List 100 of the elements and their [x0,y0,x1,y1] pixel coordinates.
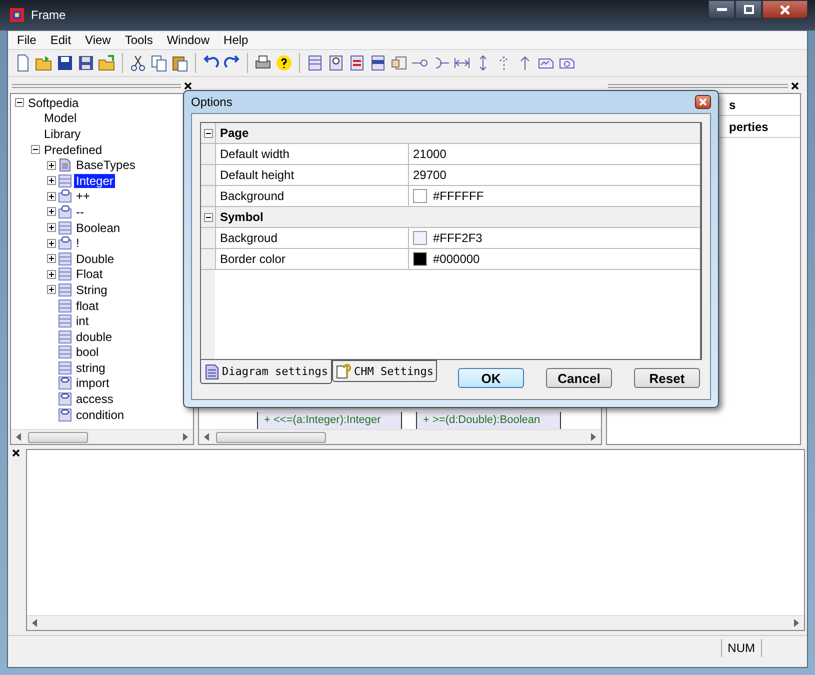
tree-item[interactable]: ++ [74,189,92,204]
tree-item[interactable]: import [74,376,112,390]
menu-item[interactable]: Help [216,33,256,47]
tree-item[interactable]: int [74,314,91,328]
settings-tab[interactable]: CHM Settings [332,360,438,382]
save-all-icon[interactable] [77,54,95,72]
class-icon [58,267,72,282]
dialog-title: Options [191,95,232,109]
tree-item[interactable]: double [74,330,114,344]
class-member: + <<=(a:Integer):Integer [257,412,402,429]
property-heading: perties [729,120,768,134]
expand-toggle[interactable] [47,285,56,294]
expand-toggle[interactable] [47,207,56,216]
class-icon [58,282,72,297]
close-icon[interactable] [12,449,20,457]
expand-toggle[interactable] [47,238,56,248]
scroll-right-icon[interactable] [793,619,800,627]
tree-item[interactable]: string [74,360,108,375]
help-icon[interactable] [275,54,293,72]
menu-item[interactable]: File [10,33,44,47]
expand-toggle[interactable] [47,192,56,201]
class-icon [58,174,72,188]
tree-item[interactable]: Model [42,111,79,126]
class-icon [58,314,72,328]
tree-item[interactable]: Boolean [74,220,122,235]
tree-item[interactable]: BaseTypes [74,158,138,172]
maximize-button[interactable] [735,0,762,19]
status-indicator: NUM [720,639,762,657]
expand-toggle[interactable] [47,160,56,170]
class-icon [58,360,72,375]
tree-item[interactable]: condition [74,408,126,422]
save-icon[interactable] [56,54,74,72]
scrollbar-thumb[interactable] [28,432,88,442]
property-value: 29700 [413,168,446,182]
property-name: Background [215,186,409,206]
table-icon[interactable] [369,54,387,72]
interface-icon [58,236,72,250]
paste-icon[interactable] [171,54,189,72]
export-icon[interactable] [98,54,116,72]
tree-item[interactable]: Double [74,252,116,266]
expand-toggle[interactable] [47,254,56,264]
class-search-icon[interactable] [327,54,345,72]
expand-toggle[interactable] [47,223,56,232]
collapse-toggle[interactable] [204,212,212,222]
tree-item[interactable]: bool [74,345,101,360]
close-icon[interactable] [791,82,799,90]
scrollbar-thumb[interactable] [216,432,326,442]
component-icon[interactable] [390,54,408,72]
tree-item[interactable]: Softpedia [26,96,81,110]
tree-item[interactable]: Float [74,267,105,282]
class-icon [58,330,72,344]
dialog-button[interactable]: Cancel [546,368,612,388]
maximize-icon [744,5,754,14]
tree-item[interactable]: Predefined [42,142,104,157]
minimize-icon [716,8,726,12]
menu-item[interactable]: Edit [43,33,78,47]
group-heading: Page [215,123,700,143]
expand-toggle[interactable] [47,176,56,186]
close-button[interactable] [762,0,808,19]
property-name: Border color [215,249,409,269]
minimize-button[interactable] [708,0,735,19]
interface-icon [58,204,72,219]
class-icon [58,298,72,313]
close-button[interactable] [695,95,711,109]
stereotype-icon [58,392,72,406]
copy-icon[interactable] [150,54,168,72]
tree-item[interactable]: -- [74,204,86,219]
scroll-left-icon[interactable] [203,433,210,441]
property-name: Default width [215,144,409,164]
collapse-toggle[interactable] [31,145,40,154]
collapse-toggle[interactable] [15,98,24,108]
class-icon [58,252,72,266]
menu-item[interactable]: Window [160,33,217,47]
list-icon[interactable] [306,54,324,72]
class-icon [58,220,72,235]
class-icon [58,345,72,360]
menu-item[interactable]: View [78,33,118,47]
stereotype-icon [58,408,72,422]
scroll-left-icon[interactable] [15,433,22,441]
open-folder-icon[interactable] [35,54,53,72]
scroll-left-icon[interactable] [31,619,38,627]
dialog-button[interactable]: OK [458,368,524,388]
tree-item[interactable]: String [74,282,110,297]
scroll-right-icon[interactable] [182,433,189,441]
cut-icon[interactable] [129,54,147,72]
property-value: 21000 [413,147,446,161]
settings-tab[interactable]: Diagram settings [200,360,332,384]
class-member: + >=(d:Double):Boolean [416,412,561,429]
tree-item[interactable]: float [74,298,101,313]
scroll-right-icon[interactable] [590,433,597,441]
expand-toggle[interactable] [47,270,56,279]
collapse-toggle[interactable] [204,128,212,138]
property-name: Backgroud [215,228,409,248]
tree-item[interactable]: access [74,392,116,406]
close-icon[interactable] [184,82,192,90]
tree-item[interactable]: ! [74,236,82,250]
tree-item[interactable]: Library [42,126,83,141]
tree-item[interactable]: Integer [74,174,116,188]
dialog-button[interactable]: Reset [634,368,700,388]
menu-item[interactable]: Tools [118,33,160,47]
